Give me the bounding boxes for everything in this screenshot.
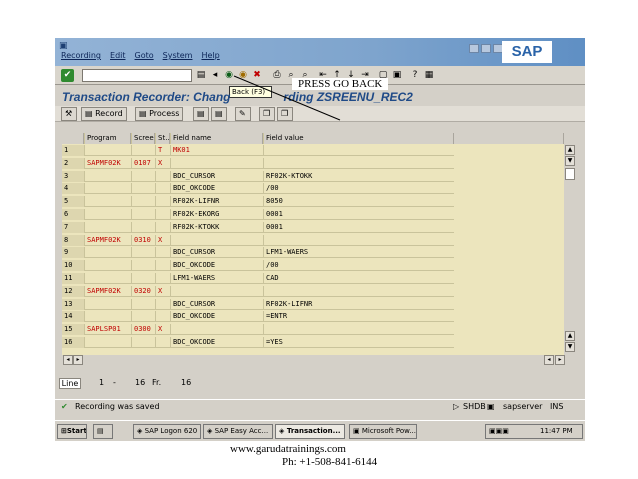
footer-website: www.garudatrainings.com bbox=[230, 443, 346, 455]
callout-arrow bbox=[233, 75, 341, 121]
footer-phone: Ph: +1-508-841-6144 bbox=[282, 456, 378, 468]
